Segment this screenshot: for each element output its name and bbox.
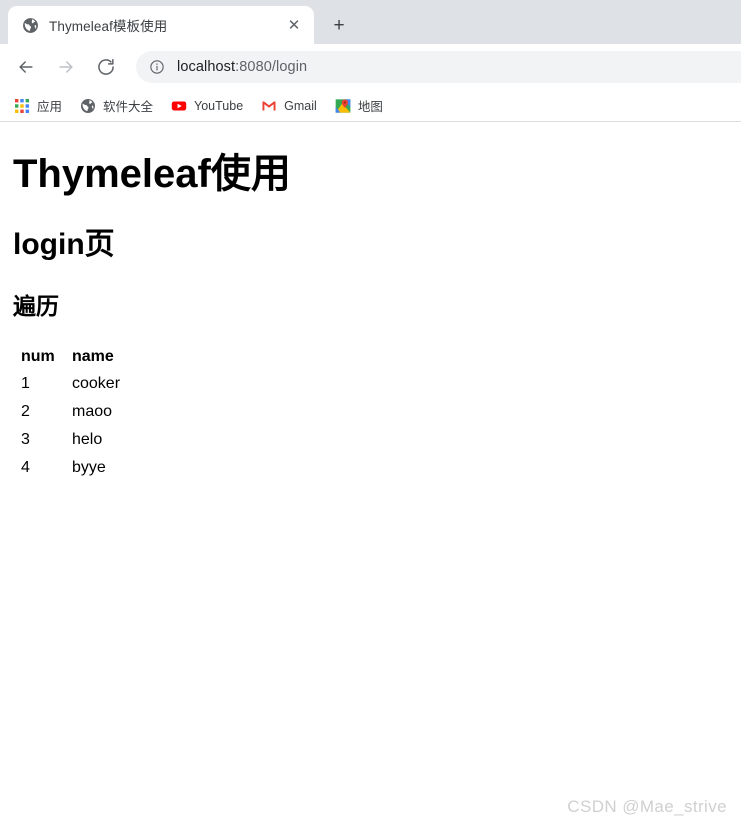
forward-button [50, 51, 82, 83]
bookmark-gmail[interactable]: Gmail [257, 94, 325, 118]
youtube-icon [171, 98, 187, 114]
cell-num: 1 [21, 374, 30, 392]
table-row: 4 byye [8, 454, 120, 482]
cell-name: helo [72, 430, 103, 448]
table-row: 2 maoo [8, 398, 120, 426]
bookmark-software[interactable]: 软件大全 [76, 94, 161, 118]
bookmark-label: 软件大全 [103, 100, 154, 114]
column-header-num: num [21, 347, 55, 365]
browser-tab-active[interactable]: Thymeleaf模板使用 ✕ [8, 6, 314, 44]
column-header-name: name [72, 347, 114, 365]
info-circle-icon[interactable] [149, 59, 165, 75]
arrow-right-icon [56, 57, 76, 77]
browser-toolbar: localhost:8080/login [0, 44, 741, 90]
cell-num: 4 [21, 458, 30, 476]
table-header-row: num name [8, 346, 120, 370]
bookmark-maps[interactable]: 地图 [331, 94, 391, 118]
bookmark-label: Gmail [284, 98, 317, 113]
tab-strip: Thymeleaf模板使用 ✕ + [0, 0, 741, 44]
globe-icon [80, 98, 96, 114]
gmail-icon [261, 98, 277, 114]
tab-title: Thymeleaf模板使用 [49, 19, 168, 34]
iteration-table: num name 1 cooker 2 maoo 3 helo 4 byye [8, 346, 120, 482]
cell-num: 3 [21, 430, 30, 448]
arrow-left-icon [16, 57, 36, 77]
globe-icon [22, 17, 39, 34]
bookmarks-bar: 应用 软件大全 YouTube Gmail 地图 [0, 90, 741, 122]
address-bar[interactable]: localhost:8080/login [136, 51, 741, 83]
url-path: :8080/login [235, 59, 308, 75]
bookmark-label: YouTube [194, 98, 244, 113]
cell-name: byye [72, 458, 106, 476]
reload-button[interactable] [90, 51, 122, 83]
close-icon[interactable]: ✕ [284, 15, 304, 35]
bookmark-label: 地图 [357, 100, 383, 114]
url-host: localhost [177, 59, 236, 75]
reload-icon [96, 57, 116, 77]
watermark: CSDN @Mae_strive [567, 797, 727, 816]
new-tab-button[interactable]: + [324, 10, 354, 40]
cell-name: maoo [72, 402, 113, 420]
page-subtitle: login页 [13, 228, 115, 261]
bookmark-youtube[interactable]: YouTube [167, 94, 251, 118]
bookmark-label: 应用 [37, 100, 63, 114]
section-heading-iteration: 遍历 [13, 292, 59, 319]
page-viewport: Thymeleaf使用 login页 遍历 num name 1 cooker [0, 127, 741, 822]
page-title: Thymeleaf使用 [13, 152, 291, 196]
browser-window: Thymeleaf模板使用 ✕ + localhost:8080/login 应… [0, 0, 741, 822]
table-head: num name [8, 346, 120, 370]
apps-grid-icon [14, 98, 30, 114]
back-button[interactable] [10, 51, 42, 83]
table-body: 1 cooker 2 maoo 3 helo 4 byye [8, 370, 120, 482]
table-row: 1 cooker [8, 370, 120, 398]
google-maps-icon [335, 98, 351, 114]
page-content: Thymeleaf使用 login页 遍历 num name 1 cooker [0, 151, 741, 482]
bookmark-apps[interactable]: 应用 [10, 94, 70, 118]
table-row: 3 helo [8, 426, 120, 454]
cell-num: 2 [21, 402, 30, 420]
cell-name: cooker [72, 374, 121, 392]
address-bar-url: localhost:8080/login [177, 59, 307, 75]
